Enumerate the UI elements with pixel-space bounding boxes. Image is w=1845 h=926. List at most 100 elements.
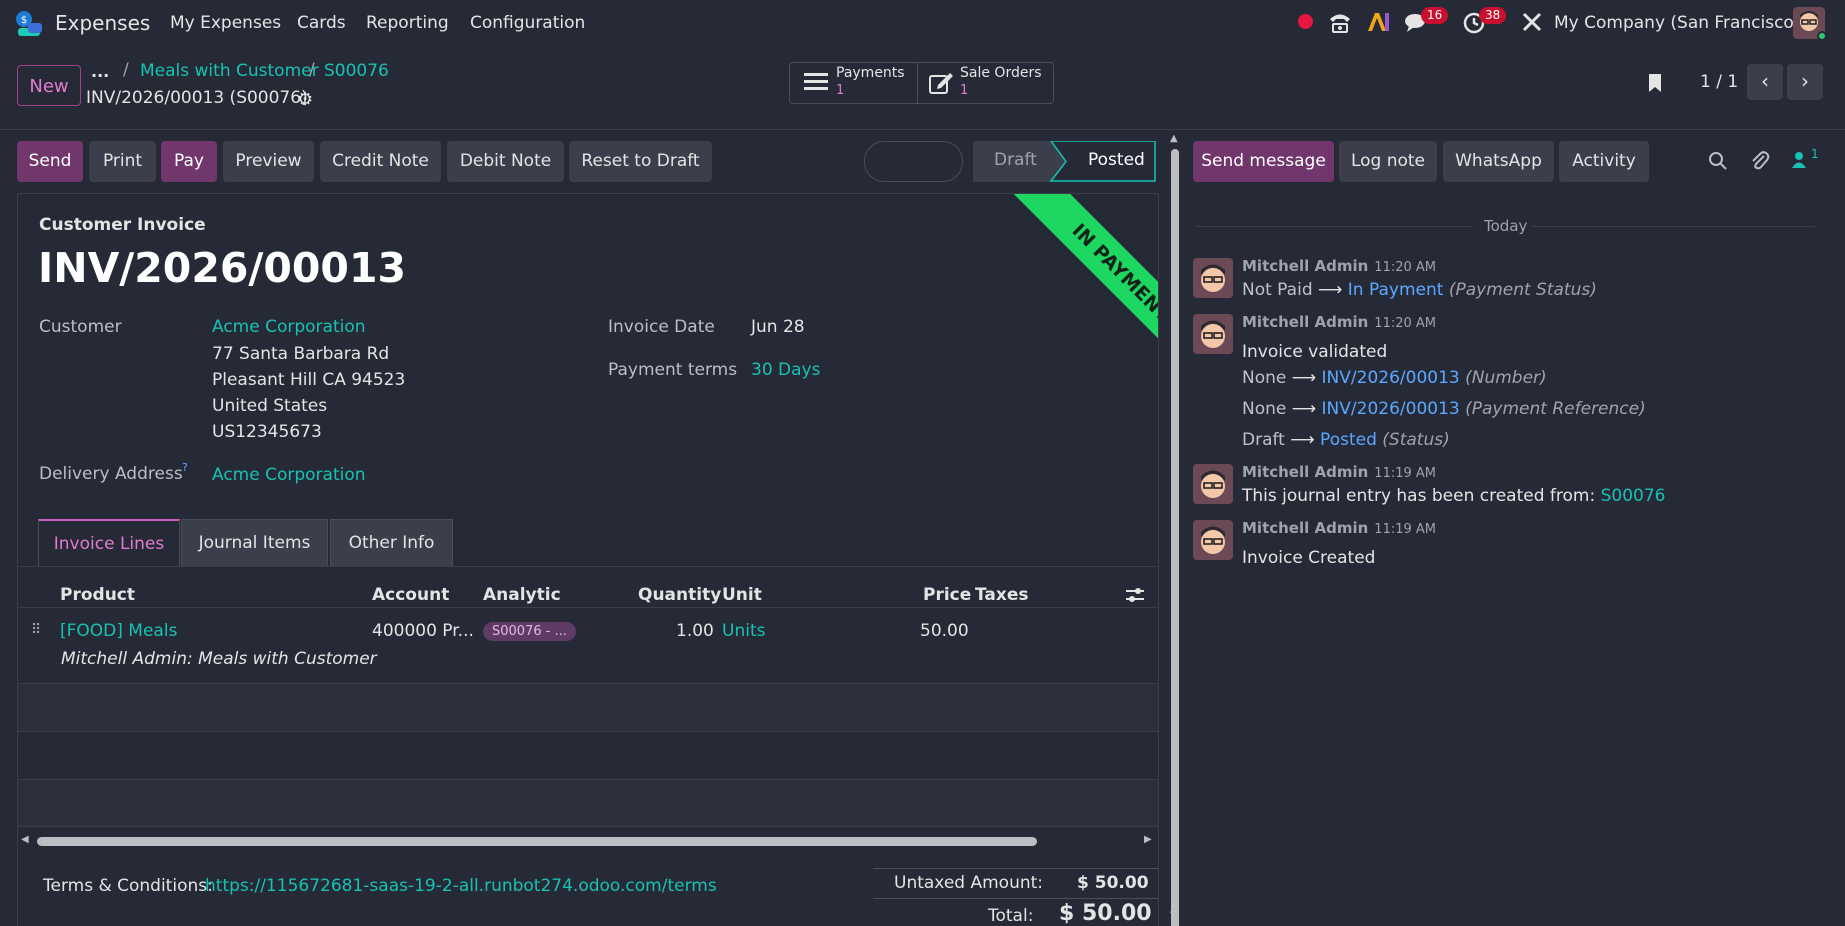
horizontal-scrollbar[interactable]: ◀ ▶ — [18, 834, 1158, 848]
col-price[interactable]: Price — [923, 585, 971, 605]
menu-reporting[interactable]: Reporting — [366, 13, 449, 33]
log-note-button[interactable]: Log note — [1339, 141, 1437, 182]
author-avatar[interactable] — [1193, 258, 1233, 298]
pager-previous-button[interactable]: ‹ — [1747, 64, 1783, 100]
col-quantity[interactable]: Quantity — [638, 585, 721, 605]
recording-dot-icon[interactable] — [1298, 14, 1313, 29]
top-navbar: $ Expenses My Expenses Cards Reporting C… — [0, 0, 1845, 46]
form-vertical-scrollbar[interactable]: ▲ ▼ — [1169, 133, 1181, 926]
smart-button-payments[interactable]: Payments 1 — [789, 62, 918, 104]
delivery-address-label: Delivery Address — [39, 464, 183, 484]
pager-next-button[interactable]: › — [1787, 64, 1823, 100]
help-tooltip-icon[interactable]: ? — [182, 461, 188, 474]
preview-button[interactable]: Preview — [223, 141, 314, 182]
author-avatar[interactable] — [1193, 520, 1233, 560]
payment-terms-value[interactable]: 30 Days — [751, 360, 820, 380]
delivery-address-link[interactable]: Acme Corporation — [212, 465, 366, 485]
invoice-date-value[interactable]: Jun 28 — [751, 317, 805, 337]
source-document-link[interactable]: S00076 — [1601, 486, 1666, 506]
invoice-date-label: Invoice Date — [608, 317, 715, 337]
message-author: Mitchell Admin 11:19 AM — [1242, 519, 1437, 537]
line-price[interactable]: 50.00 — [920, 621, 969, 641]
more-actions-button[interactable]: ... — [91, 62, 109, 81]
menu-my-expenses[interactable]: My Expenses — [170, 13, 281, 33]
line-quantity[interactable]: 1.00 — [676, 621, 714, 641]
pager-value[interactable]: 1 / 1 — [1700, 72, 1738, 92]
reset-to-draft-button[interactable]: Reset to Draft — [569, 141, 712, 182]
terms-url-link[interactable]: https://115672681-saas-19-2-all.runbot27… — [205, 876, 717, 896]
ai-icon[interactable] — [1366, 9, 1392, 35]
send-message-button[interactable]: Send message — [1193, 141, 1334, 182]
breadcrumb-meals-with-customer[interactable]: Meals with Customer — [140, 61, 319, 81]
tab-invoice-lines[interactable]: Invoice Lines — [38, 519, 180, 566]
breadcrumb-separator: / — [123, 60, 129, 80]
col-product[interactable]: Product — [60, 585, 135, 605]
debug-tools-icon[interactable] — [1521, 11, 1543, 33]
followers-count: 1 — [1811, 147, 1819, 161]
line-analytic-tag[interactable]: S00076 - ... — [483, 622, 576, 641]
tracking-change: None ⟶ INV/2026/00013 (Payment Reference… — [1242, 399, 1646, 419]
customer-name-link[interactable]: Acme Corporation — [212, 317, 366, 337]
tab-other-info[interactable]: Other Info — [330, 519, 453, 566]
sale-orders-count: 1 — [960, 83, 969, 98]
pay-button[interactable]: Pay — [161, 141, 217, 182]
invoice-type-label: Customer Invoice — [39, 215, 206, 235]
debit-note-button[interactable]: Debit Note — [447, 141, 564, 182]
tracking-change: None ⟶ INV/2026/00013 (Number) — [1242, 368, 1547, 388]
bookmark-icon[interactable] — [1647, 72, 1663, 99]
phone-icon[interactable] — [1327, 10, 1353, 34]
author-avatar[interactable] — [1193, 314, 1233, 354]
paperclip-icon[interactable] — [1750, 150, 1770, 177]
totals-divider — [873, 868, 1158, 869]
payments-count: 1 — [836, 83, 845, 98]
message-author: Mitchell Admin 11:19 AM — [1242, 463, 1437, 481]
company-switcher[interactable]: My Company (San Francisco) — [1554, 13, 1800, 33]
untaxed-amount-label: Untaxed Amount: — [894, 873, 1044, 893]
status-draft[interactable]: Draft — [994, 150, 1037, 170]
smart-button-sale-orders[interactable]: Sale Orders 1 — [918, 62, 1054, 104]
credit-note-button[interactable]: Credit Note — [320, 141, 441, 182]
followers-icon[interactable] — [1791, 151, 1807, 174]
author-avatar[interactable] — [1193, 464, 1233, 504]
col-account[interactable]: Account — [372, 585, 449, 605]
status-posted[interactable]: Posted — [1088, 150, 1145, 170]
app-name[interactable]: Expenses — [55, 11, 150, 35]
scrollbar-thumb[interactable] — [37, 837, 1037, 846]
print-button[interactable]: Print — [89, 141, 156, 182]
optional-columns-icon[interactable] — [1125, 586, 1145, 609]
breadcrumb-separator: / — [309, 60, 315, 80]
send-button[interactable]: Send — [17, 141, 83, 182]
tab-journal-items[interactable]: Journal Items — [181, 519, 328, 566]
list-icon — [804, 71, 828, 98]
day-separator-line — [1195, 226, 1473, 227]
messages-badge: 16 — [1421, 7, 1449, 24]
col-unit[interactable]: Unit — [722, 585, 762, 605]
online-status-dot — [1817, 31, 1827, 41]
line-unit[interactable]: Units — [722, 621, 765, 641]
table-row[interactable]: ⠿ [FOOD] Meals Mitchell Admin: Meals wit… — [18, 607, 1158, 683]
customer-address-line: United States — [212, 396, 328, 416]
line-account[interactable]: 400000 Pr... — [372, 621, 474, 641]
activity-button[interactable]: Activity — [1559, 141, 1649, 182]
whatsapp-button[interactable]: WhatsApp — [1443, 141, 1554, 182]
search-icon[interactable] — [1708, 151, 1728, 176]
menu-cards[interactable]: Cards — [297, 13, 346, 33]
customer-address-line: Pleasant Hill CA 94523 — [212, 370, 406, 390]
new-button[interactable]: New — [17, 65, 81, 106]
breadcrumb-s00076[interactable]: S00076 — [324, 61, 389, 81]
line-product[interactable]: [FOOD] Meals — [60, 621, 177, 641]
invoice-form-sheet: IN PAYMENT Customer Invoice INV/2026/000… — [17, 193, 1159, 926]
scrollbar-thumb[interactable] — [1171, 149, 1179, 926]
col-taxes[interactable]: Taxes — [975, 585, 1029, 605]
in-payment-ribbon: IN PAYMENT — [978, 194, 1158, 376]
app-logo-icon[interactable]: $ — [14, 9, 44, 37]
drag-handle-icon[interactable]: ⠿ — [31, 622, 41, 638]
svg-text:$: $ — [21, 15, 27, 26]
menu-configuration[interactable]: Configuration — [470, 13, 585, 33]
terms-label: Terms & Conditions: — [43, 876, 213, 896]
line-description[interactable]: Mitchell Admin: Meals with Customer — [61, 649, 377, 669]
col-analytic[interactable]: Analytic — [483, 585, 561, 605]
payment-terms-label: Payment terms — [608, 360, 738, 380]
gear-icon[interactable]: ⚙ — [297, 89, 313, 110]
user-avatar[interactable] — [1793, 7, 1827, 41]
